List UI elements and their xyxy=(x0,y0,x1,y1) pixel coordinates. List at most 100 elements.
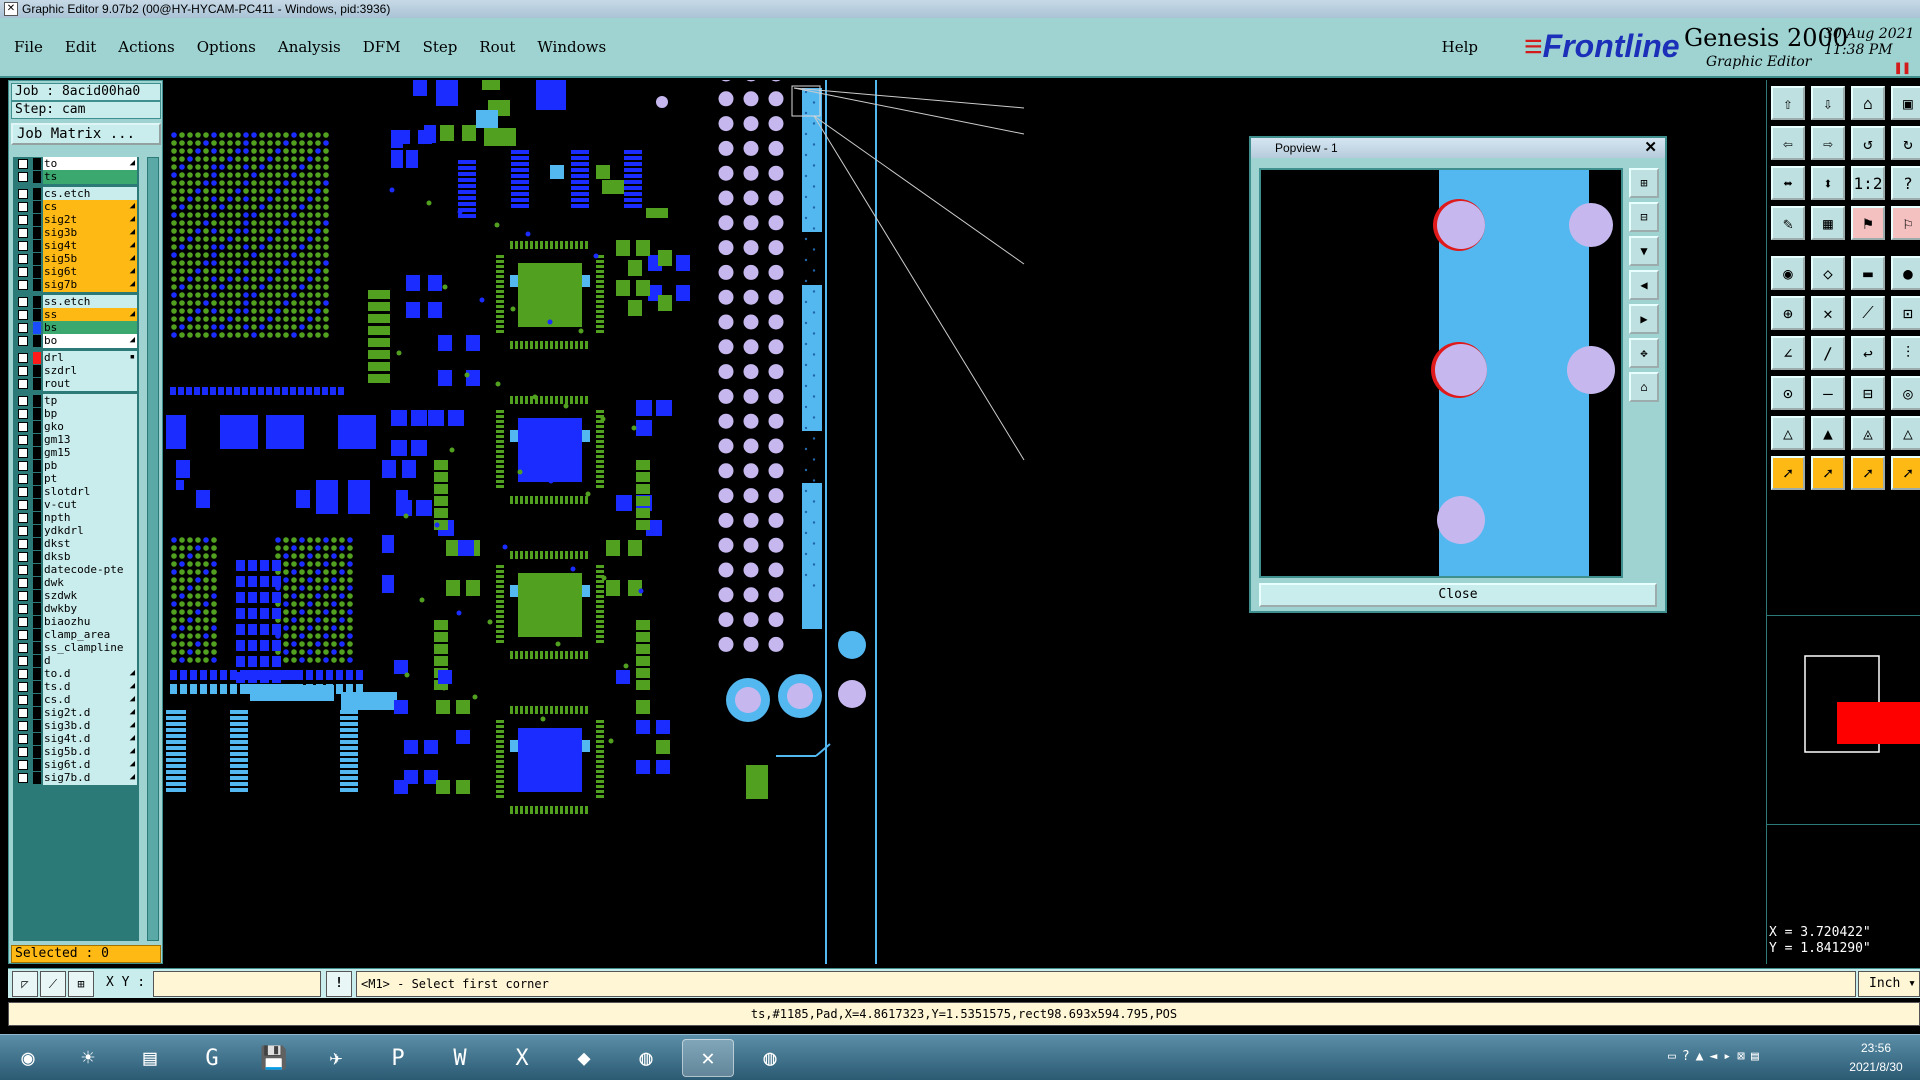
layer-checkbox[interactable] xyxy=(18,323,28,333)
layer-checkbox[interactable] xyxy=(18,310,28,320)
taskbar-chat-icon[interactable]: ✈ xyxy=(310,1039,362,1077)
layer-row-ydkdrl[interactable]: ydkdrl xyxy=(13,524,139,538)
layer-checkbox[interactable] xyxy=(18,448,28,458)
menu-edit[interactable]: Edit xyxy=(65,38,96,56)
layer-checkbox[interactable] xyxy=(18,643,28,653)
layer-name[interactable]: ydkdrl xyxy=(43,524,137,538)
close-icon[interactable]: ✕ xyxy=(1644,138,1657,158)
layer-name[interactable]: bo ◢ xyxy=(43,334,137,348)
layer-checkbox[interactable] xyxy=(18,366,28,376)
layer-name[interactable]: biaozhu xyxy=(43,615,137,629)
layer-row-ts.d[interactable]: ts.d ◢ xyxy=(13,680,139,694)
layer-name[interactable]: ss ◢ xyxy=(43,308,137,322)
layer-name[interactable]: sig5b ◢ xyxy=(43,252,137,266)
layer-name[interactable]: dkst xyxy=(43,537,137,551)
layer-name[interactable]: gm13 xyxy=(43,433,137,447)
layer-color-swatch[interactable] xyxy=(33,603,41,615)
layer-color-swatch[interactable] xyxy=(33,188,41,200)
layer-name[interactable]: tp xyxy=(43,394,137,408)
layer-checkbox[interactable] xyxy=(18,297,28,307)
layer-checkbox[interactable] xyxy=(18,254,28,264)
layer-color-swatch[interactable] xyxy=(33,551,41,563)
layer-row-rout[interactable]: rout xyxy=(13,377,139,391)
layer-color-swatch[interactable] xyxy=(33,616,41,628)
layer-name[interactable]: ts.d ◢ xyxy=(43,680,137,694)
layer-name[interactable]: v-cut xyxy=(43,498,137,512)
measure-icon[interactable]: ⟋ xyxy=(40,971,66,997)
layer-color-swatch[interactable] xyxy=(33,642,41,654)
layer-checkbox[interactable] xyxy=(18,552,28,562)
tool-button-1-0-icon[interactable]: ⇦ xyxy=(1771,126,1805,160)
layer-row-gm15[interactable]: gm15 xyxy=(13,446,139,460)
taskbar-app-sun-icon[interactable]: ☀ xyxy=(62,1039,114,1077)
layer-row-clamp_area[interactable]: clamp_area xyxy=(13,628,139,642)
layer-color-swatch[interactable] xyxy=(33,395,41,407)
layer-color-swatch[interactable] xyxy=(33,227,41,239)
start-button-icon[interactable]: ◉ xyxy=(2,1039,54,1077)
layer-row-sig7b.d[interactable]: sig7b.d ◢ xyxy=(13,771,139,785)
layer-color-swatch[interactable] xyxy=(33,746,41,758)
layer-row-sig2t[interactable]: sig2t ◢ xyxy=(13,213,139,227)
layer-color-swatch[interactable] xyxy=(33,253,41,265)
layer-checkbox[interactable] xyxy=(18,172,28,182)
tool-button-2-1-icon[interactable]: ⬍ xyxy=(1811,166,1845,200)
layer-checkbox[interactable] xyxy=(18,734,28,744)
layer-row-slotdrl[interactable]: slotdrl xyxy=(13,485,139,499)
layer-color-swatch[interactable] xyxy=(33,309,41,321)
tool-button-6-0-icon[interactable]: ∠ xyxy=(1771,336,1805,370)
tool-button-3-2-icon[interactable]: ⚑ xyxy=(1851,206,1885,240)
layer-checkbox[interactable] xyxy=(18,539,28,549)
layer-row-ss.etch[interactable]: ss.etch xyxy=(13,295,139,309)
tool-button-4-2-icon[interactable]: ▬ xyxy=(1851,256,1885,290)
menu-rout[interactable]: Rout xyxy=(479,38,515,56)
taskbar-word-icon[interactable]: W xyxy=(434,1039,486,1077)
taskbar-excel-icon[interactable]: X xyxy=(496,1039,548,1077)
tool-button-2-2-icon[interactable]: 1:2 xyxy=(1851,166,1885,200)
layer-row-dksb[interactable]: dksb xyxy=(13,550,139,564)
job-matrix-button[interactable]: Job Matrix ... xyxy=(11,123,161,145)
layer-color-swatch[interactable] xyxy=(33,447,41,459)
layer-checkbox[interactable] xyxy=(18,336,28,346)
layer-checkbox[interactable] xyxy=(18,526,28,536)
layer-color-swatch[interactable] xyxy=(33,365,41,377)
layer-row-pb[interactable]: pb xyxy=(13,459,139,473)
tool-button-6-3-icon[interactable]: ⫶ xyxy=(1891,336,1920,370)
tool-button-3-3-icon[interactable]: ⚐ xyxy=(1891,206,1920,240)
layer-color-swatch[interactable] xyxy=(33,434,41,446)
layer-color-swatch[interactable] xyxy=(33,694,41,706)
tool-button-3-1-icon[interactable]: ▦ xyxy=(1811,206,1845,240)
tool-button-7-1-icon[interactable]: — xyxy=(1811,376,1845,410)
layer-color-swatch[interactable] xyxy=(33,655,41,667)
tool-button-9-0-icon[interactable]: ➚ xyxy=(1771,456,1805,490)
layer-color-swatch[interactable] xyxy=(33,538,41,550)
layer-color-swatch[interactable] xyxy=(33,335,41,347)
layer-checkbox[interactable] xyxy=(18,591,28,601)
layer-name[interactable]: bp xyxy=(43,407,137,421)
layer-name[interactable]: cs.etch xyxy=(43,187,137,201)
overview-minimap[interactable] xyxy=(1767,615,1920,825)
layer-name[interactable]: dwkby xyxy=(43,602,137,616)
layer-color-swatch[interactable] xyxy=(33,473,41,485)
layer-row-bo[interactable]: bo ◢ xyxy=(13,334,139,348)
layer-checkbox[interactable] xyxy=(18,682,28,692)
layer-name[interactable]: sig6t.d ◢ xyxy=(43,758,137,772)
layer-name[interactable]: szdwk xyxy=(43,589,137,603)
layer-row-sig5b.d[interactable]: sig5b.d ◢ xyxy=(13,745,139,759)
layer-name[interactable]: sig7b.d ◢ xyxy=(43,771,137,785)
layer-name[interactable]: gm15 xyxy=(43,446,137,460)
tool-button-3-0-icon[interactable]: ✎ xyxy=(1771,206,1805,240)
taskbar-g-app-icon[interactable]: G xyxy=(186,1039,238,1077)
layer-name[interactable]: sig2t.d ◢ xyxy=(43,706,137,720)
layer-color-swatch[interactable] xyxy=(33,171,41,183)
layer-name[interactable]: dksb xyxy=(43,550,137,564)
layer-row-bp[interactable]: bp xyxy=(13,407,139,421)
layer-row-to[interactable]: to ◢ xyxy=(13,157,139,171)
unit-selector[interactable]: Inch ▾ xyxy=(1858,971,1920,997)
layer-name[interactable]: clamp_area xyxy=(43,628,137,642)
tool-button-5-1-icon[interactable]: ✕ xyxy=(1811,296,1845,330)
layer-color-swatch[interactable] xyxy=(33,352,41,364)
layer-name[interactable]: sig4t.d ◢ xyxy=(43,732,137,746)
taskbar-fish2-icon[interactable]: ◍ xyxy=(744,1039,796,1077)
menu-file[interactable]: File xyxy=(14,38,43,56)
layer-checkbox[interactable] xyxy=(18,773,28,783)
